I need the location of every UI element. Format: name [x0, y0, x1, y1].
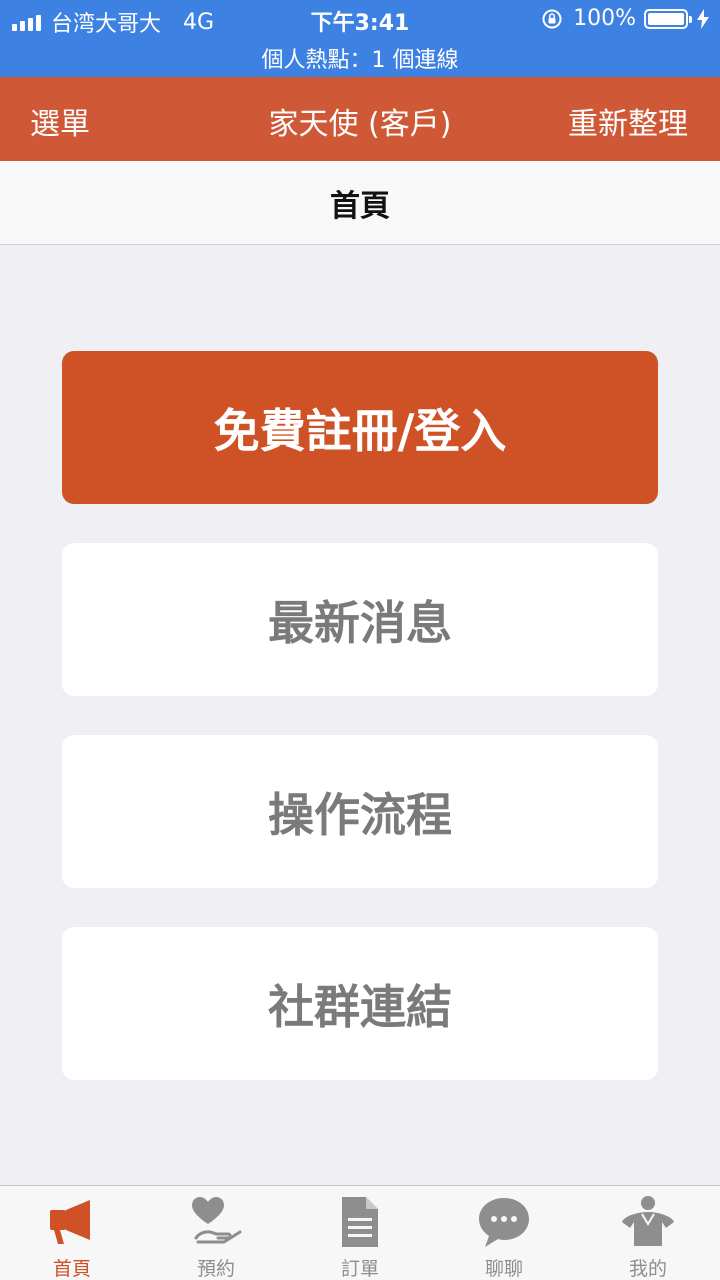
- tab-chat-label: 聊聊: [484, 1258, 523, 1280]
- chat-bubble-icon: [479, 1198, 529, 1247]
- battery-percent: 100%: [573, 6, 636, 31]
- tab-chat[interactable]: 聊聊: [432, 1186, 576, 1280]
- tab-booking-label: 預約: [196, 1258, 235, 1280]
- document-icon: [342, 1197, 378, 1247]
- app-screen: 台湾大哥大 4G 下午3:41 100% 個人熱點：1 個連線 選單 家天使 (…: [0, 0, 720, 1280]
- page-title: 首頁: [0, 161, 720, 245]
- menu-button[interactable]: 選單: [30, 99, 90, 143]
- operation-process-button[interactable]: 操作流程: [62, 735, 658, 888]
- tab-home-label: 首頁: [52, 1258, 91, 1280]
- status-bar: 台湾大哥大 4G 下午3:41 100% 個人熱點：1 個連線: [0, 0, 720, 77]
- navigation-bar: 選單 家天使 (客戶) 重新整理: [0, 77, 720, 161]
- social-links-button[interactable]: 社群連結: [62, 927, 658, 1080]
- megaphone-icon: [50, 1200, 90, 1244]
- tab-orders[interactable]: 訂單: [288, 1186, 432, 1280]
- tab-booking[interactable]: 預約: [144, 1186, 288, 1280]
- rotation-lock-icon: [542, 9, 562, 28]
- person-icon: [622, 1196, 674, 1246]
- hotspot-banner[interactable]: 個人熱點：1 個連線: [0, 42, 720, 74]
- tab-home[interactable]: 首頁: [0, 1186, 144, 1280]
- tab-orders-label: 訂單: [340, 1258, 379, 1280]
- battery-fill: [648, 12, 684, 25]
- refresh-button[interactable]: 重新整理: [568, 99, 688, 143]
- battery-icon: [644, 8, 692, 29]
- latest-news-button[interactable]: 最新消息: [62, 543, 658, 696]
- tab-bar: 首頁 預約 訂單 聊聊 我的: [0, 1185, 720, 1280]
- heart-hand-icon: [192, 1197, 242, 1244]
- status-right: 100%: [541, 6, 710, 31]
- charging-bolt-icon: [697, 8, 709, 29]
- register-login-button[interactable]: 免費註冊/登入: [62, 351, 658, 504]
- tab-profile-label: 我的: [628, 1258, 667, 1280]
- tab-profile[interactable]: 我的: [576, 1186, 720, 1280]
